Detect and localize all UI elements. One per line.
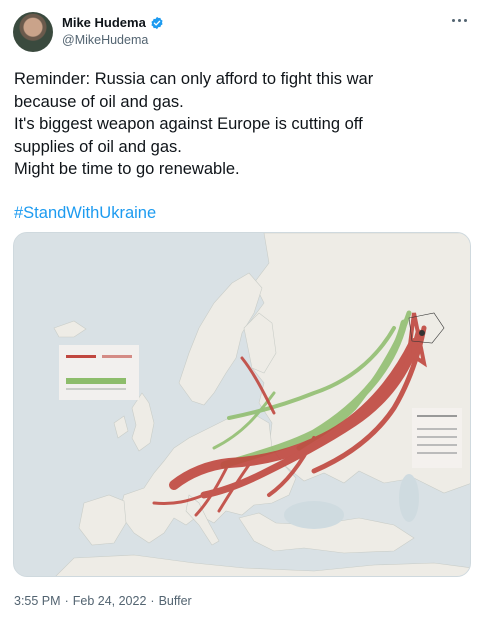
tweet-line: Reminder: Russia can only afford to figh… (14, 70, 374, 88)
tweet-footer: 3:55 PM · Feb 24, 2022 · Buffer (14, 594, 192, 608)
tweet-source[interactable]: Buffer (159, 594, 192, 608)
europe-pipeline-map (14, 233, 470, 576)
author-handle[interactable]: @MikeHudema (62, 33, 148, 47)
hashtag-link[interactable]: #StandWithUkraine (14, 204, 156, 223)
separator: · (150, 594, 155, 608)
map-legend-right (412, 408, 462, 468)
separator: · (64, 594, 69, 608)
verified-badge-icon (151, 16, 163, 29)
map-legend-left (59, 345, 139, 400)
tweet-text: Reminder: Russia can only afford to figh… (14, 68, 474, 181)
author-name-row: Mike Hudema (62, 15, 164, 30)
tweet-line: It's biggest weapon against Europe is cu… (14, 115, 363, 133)
author-name[interactable]: Mike Hudema (62, 15, 146, 30)
pipeline-map-image[interactable] (13, 232, 471, 577)
tweet-time[interactable]: 3:55 PM (14, 594, 61, 608)
tweet-line: because of oil and gas. (14, 92, 184, 111)
tweet-line: Might be time to go renewable. (14, 160, 240, 178)
more-options-icon[interactable] (452, 14, 472, 26)
tweet-date[interactable]: Feb 24, 2022 (73, 594, 147, 608)
avatar[interactable] (13, 12, 53, 52)
tweet-line: supplies of oil and gas. (14, 137, 182, 156)
